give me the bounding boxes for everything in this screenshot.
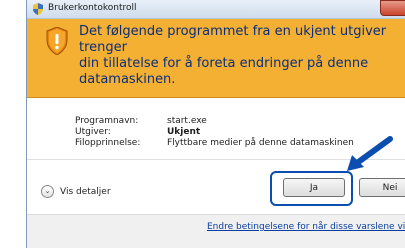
program-name-value: start.exe — [167, 116, 207, 126]
file-origin-value: Flyttbare medier på denne datamaskinen — [167, 138, 354, 148]
info-row-program: Programnavn: start.exe — [75, 116, 354, 127]
warning-banner: Det følgende programmet fra en ukjent ut… — [27, 19, 405, 98]
uac-shield-icon — [33, 3, 43, 15]
info-row-origin: Filopprinnelse: Flyttbare medier på denne… — [75, 138, 354, 149]
pointer-arrow-icon — [347, 136, 393, 171]
uac-dialog: Brukerkontokontroll Det følgende program… — [26, 0, 405, 248]
dialog-content: Programnavn: start.exe Utgiver: Ukjent Fil… — [27, 98, 405, 248]
program-info: Programnavn: start.exe Utgiver: Ukjent Fil… — [75, 116, 354, 149]
publisher-label: Utgiver: — [75, 127, 111, 137]
window-title: Brukerkontokontroll — [48, 3, 137, 13]
title-bar: Brukerkontokontroll — [27, 0, 405, 19]
warning-message: Det følgende programmet fra en ukjent ut… — [79, 24, 387, 87]
yes-button[interactable]: Ja — [283, 178, 345, 197]
close-icon[interactable] — [380, 0, 405, 16]
no-button[interactable]: Nei — [359, 178, 405, 197]
info-row-publisher: Utgiver: Ukjent — [75, 127, 354, 138]
publisher-value: Ukjent — [167, 127, 201, 137]
change-notification-settings-link[interactable]: Endre betingelsene for når disse varslen… — [207, 222, 405, 232]
show-details-label: Vis detaljer — [60, 186, 111, 197]
chevron-down-icon[interactable]: ⌄ — [41, 185, 54, 198]
program-name-label: Programnavn: — [75, 116, 139, 126]
warning-shield-icon — [46, 27, 68, 55]
file-origin-label: Filopprinnelse: — [75, 138, 141, 148]
show-details-toggle[interactable]: ⌄ Vis detaljer — [41, 185, 111, 198]
